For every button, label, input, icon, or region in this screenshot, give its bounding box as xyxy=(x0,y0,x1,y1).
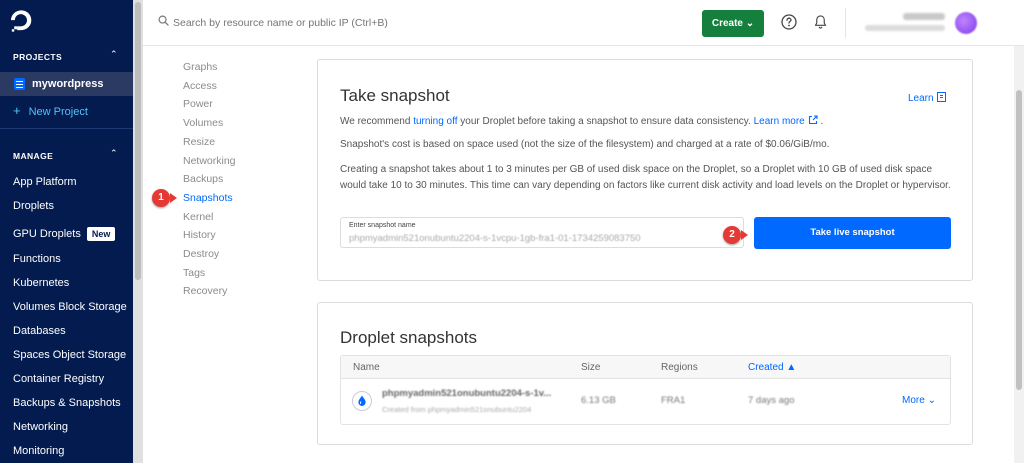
sidebar-item-networking[interactable]: Networking xyxy=(13,421,68,433)
sidebar-item-databases[interactable]: Databases xyxy=(13,325,66,337)
step-marker-1: 1 xyxy=(152,189,170,207)
sidebar-item-functions[interactable]: Functions xyxy=(13,253,61,265)
snapshot-size: 6.13 GB xyxy=(581,395,616,406)
column-size[interactable]: Size xyxy=(581,362,600,373)
bell-icon[interactable] xyxy=(813,14,828,30)
snapshots-table: Name Size Regions Created ▲ phpmyadmin52… xyxy=(340,355,951,425)
subnav-graphs[interactable]: Graphs xyxy=(183,61,217,73)
subnav-snapshots[interactable]: Snapshots xyxy=(183,192,233,204)
projects-heading: PROJECTS xyxy=(13,52,63,62)
recommendation-end: . xyxy=(817,116,824,127)
subnav-networking[interactable]: Networking xyxy=(183,155,236,167)
plus-icon: + xyxy=(13,103,21,118)
subnav-resize[interactable]: Resize xyxy=(183,136,215,148)
new-project-label: New Project xyxy=(28,106,88,118)
subnav-history[interactable]: History xyxy=(183,229,216,241)
create-button[interactable]: Create ⌄ xyxy=(702,10,764,37)
column-created[interactable]: Created ▲ xyxy=(748,362,796,373)
snapshot-source: Created from phpmyadmin521onubuntu2204 xyxy=(382,405,532,414)
subnav-access[interactable]: Access xyxy=(183,80,217,92)
table-header: Name Size Regions Created ▲ xyxy=(341,356,950,379)
snapshot-region: FRA1 xyxy=(661,395,686,406)
sidebar-item-monitoring[interactable]: Monitoring xyxy=(13,445,64,457)
take-live-snapshot-button[interactable]: Take live snapshot xyxy=(754,217,951,249)
subnav-kernel[interactable]: Kernel xyxy=(183,211,213,223)
chevron-down-icon: ⌄ xyxy=(927,395,936,406)
sidebar-item-gpu-droplets[interactable]: GPU Droplets New xyxy=(13,227,116,241)
column-name[interactable]: Name xyxy=(353,362,380,373)
search-icon xyxy=(158,15,169,26)
project-label: mywordpress xyxy=(32,78,104,90)
turning-off-link[interactable]: turning off xyxy=(413,116,457,127)
more-menu-button[interactable]: More ⌄ xyxy=(902,395,936,406)
manage-heading: MANAGE xyxy=(13,151,54,161)
learn-link[interactable]: Learn xyxy=(908,92,946,104)
subnav-power[interactable]: Power xyxy=(183,98,213,110)
search-input[interactable] xyxy=(173,14,573,32)
snapshot-created: 7 days ago xyxy=(748,395,795,406)
sidebar-scrollbar[interactable] xyxy=(133,0,143,463)
account-divider xyxy=(845,8,846,38)
book-icon xyxy=(936,92,946,102)
sidebar: PROJECTS ⌃ mywordpress + New Project MANA… xyxy=(0,0,133,463)
sidebar-item-backups-snapshots[interactable]: Backups & Snapshots xyxy=(13,397,121,409)
top-bar: Create ⌄ xyxy=(143,0,1024,46)
droplet-snapshots-title: Droplet snapshots xyxy=(340,328,478,347)
snapshot-name[interactable]: phpmyadmin521onubuntu2204-s-1v... xyxy=(382,388,551,399)
help-icon[interactable] xyxy=(781,14,797,30)
learn-more-link[interactable]: Learn more xyxy=(754,116,805,127)
recommendation-middle: your Droplet before taking a snapshot to… xyxy=(457,116,754,127)
step-marker-2-arrow xyxy=(741,230,748,240)
cost-text: Snapshot's cost is based on space used (… xyxy=(340,139,830,150)
sort-ascending-icon: ▲ xyxy=(786,362,797,373)
more-label: More xyxy=(902,395,925,406)
subnav-tags[interactable]: Tags xyxy=(183,267,205,279)
step-marker-2: 2 xyxy=(723,226,741,244)
duration-text: Creating a snapshot takes about 1 to 3 m… xyxy=(340,164,951,191)
take-snapshot-title: Take snapshot xyxy=(340,86,450,105)
chevron-down-icon: ⌄ xyxy=(742,18,755,29)
sidebar-item-container-registry[interactable]: Container Registry xyxy=(13,373,104,385)
account-subtitle-blurred xyxy=(865,25,945,31)
column-created-label: Created xyxy=(748,362,784,373)
subnav-destroy[interactable]: Destroy xyxy=(183,248,219,260)
avatar[interactable] xyxy=(955,12,977,34)
main-scrollbar[interactable] xyxy=(1014,46,1024,463)
subnav-recovery[interactable]: Recovery xyxy=(183,285,227,297)
main-scrollbar-thumb[interactable] xyxy=(1016,90,1022,390)
sidebar-item-kubernetes[interactable]: Kubernetes xyxy=(13,277,69,289)
project-item-mywordpress[interactable]: mywordpress xyxy=(0,72,133,96)
take-snapshot-panel: Take snapshot Learn We recommend turning… xyxy=(317,59,973,281)
snapshot-name-field[interactable]: Enter snapshot name xyxy=(340,217,744,248)
sidebar-item-app-platform[interactable]: App Platform xyxy=(13,176,77,188)
digitalocean-logo-icon[interactable] xyxy=(10,10,32,32)
sidebar-item-label: GPU Droplets xyxy=(13,228,81,240)
recommendation-prefix: We recommend xyxy=(340,116,414,127)
new-badge: New xyxy=(86,227,116,241)
sidebar-item-spaces[interactable]: Spaces Object Storage xyxy=(13,349,126,361)
collapse-projects-chevron-icon[interactable]: ⌃ xyxy=(110,49,118,60)
recommendation-text: We recommend turning off your Droplet be… xyxy=(340,114,960,130)
sidebar-item-volumes[interactable]: Volumes Block Storage xyxy=(13,301,127,313)
droplet-snapshots-panel: Droplet snapshots Name Size Regions Crea… xyxy=(317,302,973,445)
learn-label: Learn xyxy=(908,93,934,104)
external-link-icon[interactable] xyxy=(808,115,818,125)
collapse-manage-chevron-icon[interactable]: ⌃ xyxy=(110,148,118,159)
sidebar-item-droplets[interactable]: Droplets xyxy=(13,200,54,212)
snapshot-droplet-icon xyxy=(352,391,372,411)
project-icon xyxy=(14,78,25,90)
column-regions[interactable]: Regions xyxy=(661,362,698,373)
new-project-link[interactable]: + New Project xyxy=(13,103,88,118)
account-name-blurred[interactable] xyxy=(903,13,945,20)
step-marker-1-arrow xyxy=(170,193,177,203)
snapshot-name-input[interactable] xyxy=(349,232,739,245)
sidebar-divider xyxy=(0,128,133,129)
snapshot-name-label: Enter snapshot name xyxy=(349,222,416,229)
create-label: Create xyxy=(711,18,743,29)
subnav-volumes[interactable]: Volumes xyxy=(183,117,223,129)
subnav-backups[interactable]: Backups xyxy=(183,173,223,185)
sidebar-scrollbar-thumb[interactable] xyxy=(135,2,141,280)
